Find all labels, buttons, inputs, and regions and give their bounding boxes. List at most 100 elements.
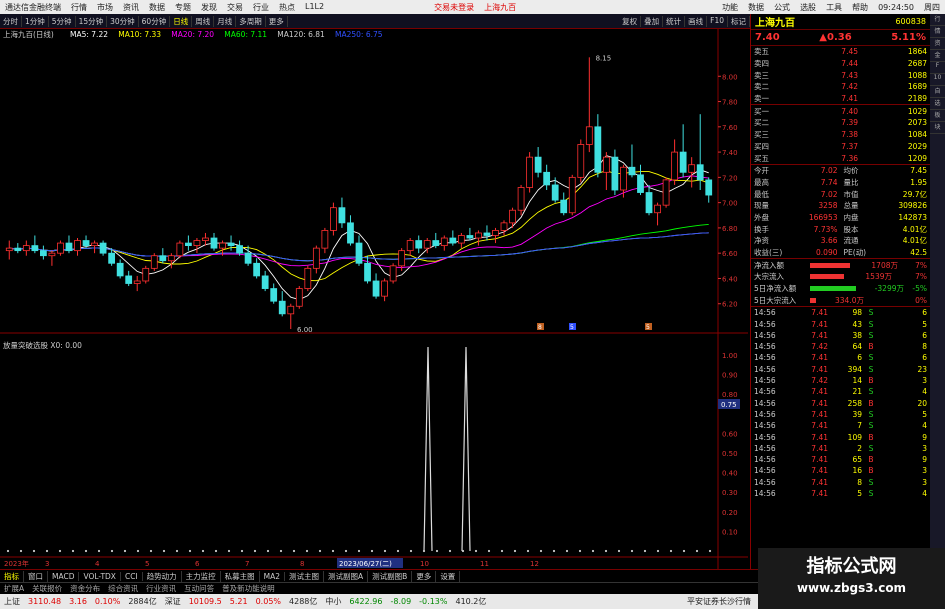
period-tab[interactable]: 分时 (0, 15, 22, 27)
stat-label: 最低 (754, 189, 769, 199)
book-volume: 2029 (907, 141, 927, 151)
info-tab[interactable]: 关联报价 (28, 583, 66, 594)
period-tab[interactable]: 更多 (266, 15, 288, 27)
indicator-tab[interactable]: 主力监控 (182, 570, 221, 582)
tick-side: S (868, 330, 874, 340)
book-price: 7.40 (841, 106, 858, 116)
sub-axis-label: 0.10 (722, 528, 738, 536)
side-tab[interactable]: 行 (930, 14, 945, 26)
chart-tool-button[interactable]: 叠加 (641, 15, 664, 27)
menu-item[interactable]: 热点 (274, 2, 300, 13)
period-tab[interactable]: 周线 (192, 15, 215, 27)
indicator-tab[interactable]: 指标 (0, 570, 24, 582)
indicator-tab[interactable]: 测试副图B (368, 570, 413, 582)
info-tab[interactable]: 综合资讯 (104, 583, 142, 594)
period-tab[interactable]: 日线 (170, 15, 193, 27)
menu-item[interactable]: 市场 (92, 2, 118, 13)
indicator-tab[interactable]: 窗口 (24, 570, 48, 582)
info-tab[interactable]: 行业资讯 (142, 583, 180, 594)
signal-baseline-dot (292, 549, 296, 553)
signal-baseline-dot (669, 549, 673, 553)
sub-axis-label: 0.40 (722, 470, 738, 478)
info-tab[interactable]: 扩展A (0, 583, 28, 594)
chart-tool-button[interactable]: F10 (707, 15, 728, 27)
menu-item[interactable]: 专题 (170, 2, 196, 13)
candle-body (116, 262, 124, 277)
sub-axis-label: 0.30 (722, 489, 738, 497)
signal-baseline-dot (539, 549, 543, 553)
tick-list[interactable]: 14:56 7.41 98 S 6 14:56 7.41 43 S 5 14:56 7.41 38 S 6 1… (751, 306, 930, 499)
chart-tool-button[interactable]: 复权 (619, 15, 642, 27)
period-tab[interactable]: 60分钟 (139, 15, 171, 27)
side-tab[interactable]: 板 (930, 110, 945, 122)
tick-count: 8 (922, 342, 927, 352)
info-tab[interactable]: 互动问答 (180, 583, 218, 594)
tick-count: 3 (922, 466, 927, 476)
date-tick-label: 10 (420, 560, 429, 568)
side-tab[interactable]: 块 (930, 122, 945, 134)
indicator-tab[interactable]: 测试副图A (324, 570, 369, 582)
tick-side: S (868, 387, 874, 397)
index-value: 10109.5 (188, 597, 222, 606)
chart-tool-button[interactable]: 画线 (685, 15, 708, 27)
panel-title: 上海九百 600838 (751, 14, 930, 30)
side-tab[interactable]: 10 (930, 74, 945, 86)
indicator-tab[interactable]: VOL-TDX (79, 571, 121, 581)
menu-item[interactable]: 工具 (821, 2, 847, 13)
indicator-tab[interactable]: 设置 (436, 570, 461, 582)
side-tab[interactable]: 资 (930, 38, 945, 50)
tick-side: S (868, 364, 874, 374)
menu-item[interactable]: 公式 (769, 2, 795, 13)
side-tab[interactable]: 金 (930, 50, 945, 62)
info-tab[interactable]: 普及新功能说明 (218, 583, 279, 594)
app-title: 通达信金融终端 (5, 2, 61, 12)
login-status[interactable]: 交易未登录 (429, 2, 479, 13)
chart-tool-button[interactable]: 标记 (728, 15, 750, 27)
menu-item[interactable]: 选股 (795, 2, 821, 13)
indicator-tab[interactable]: 私募主图 (221, 570, 260, 582)
candle-body (449, 237, 457, 244)
signal-baseline-dot (227, 549, 231, 553)
indicator-tab[interactable]: 趋势动力 (143, 570, 182, 582)
indicator-tab[interactable]: CCI (121, 571, 143, 581)
tick-row: 14:56 7.41 98 S 6 (751, 307, 930, 318)
candle-body (347, 222, 354, 244)
stat-label: 市值 (843, 189, 859, 199)
menu-item[interactable]: 功能 (717, 2, 743, 13)
menu-item[interactable]: 资讯 (118, 2, 144, 13)
menu-item[interactable]: L1L2 (300, 2, 329, 13)
book-row: 卖五 7.45 1864 (751, 46, 930, 58)
menu-item[interactable]: 行情 (66, 2, 92, 13)
candle-body (244, 252, 252, 264)
info-tab[interactable]: 资金分布 (66, 583, 104, 594)
stat-label: 换手 (754, 224, 769, 234)
side-tab[interactable]: 自 (930, 86, 945, 98)
indicator-tab[interactable]: 更多 (412, 570, 437, 582)
menu-item[interactable]: 行业 (248, 2, 274, 13)
side-tab[interactable]: 情 (930, 26, 945, 38)
chart-tool-button[interactable]: 统计 (663, 15, 686, 27)
menu-item[interactable]: 帮助 (847, 2, 873, 13)
candle-body (594, 126, 602, 173)
period-tab[interactable]: 5分钟 (49, 15, 76, 27)
period-tab[interactable]: 多周期 (236, 15, 266, 27)
period-tab[interactable]: 月线 (214, 15, 237, 27)
period-tab[interactable]: 15分钟 (76, 15, 108, 27)
menu-item[interactable]: 数据 (144, 2, 170, 13)
period-tab[interactable]: 30分钟 (107, 15, 139, 27)
chart-area[interactable]: 8.00 7.80 7.60 7.40 7.20 7.00 6.80 6.60 6.40 6.20… (0, 29, 748, 569)
ma-legend-label: MA20: 7.20 (171, 30, 214, 39)
menu-item[interactable]: 发现 (196, 2, 222, 13)
indicator-tab[interactable]: MA2 (260, 571, 286, 581)
menu-item[interactable]: 数据 (743, 2, 769, 13)
stat-label: 股本 (843, 224, 859, 234)
indicator-tab[interactable]: 测试主图 (285, 570, 325, 582)
side-tab[interactable]: 选 (930, 98, 945, 110)
side-tab[interactable]: F (930, 62, 945, 74)
tick-row: 14:56 7.41 6 S 6 (751, 352, 930, 363)
stat-cell: 换手 7.73% (751, 223, 841, 235)
menu-item[interactable]: 交易 (222, 2, 248, 13)
candle-body (432, 240, 440, 247)
period-tab[interactable]: 1分钟 (22, 15, 49, 27)
indicator-tab[interactable]: MACD (48, 571, 80, 581)
